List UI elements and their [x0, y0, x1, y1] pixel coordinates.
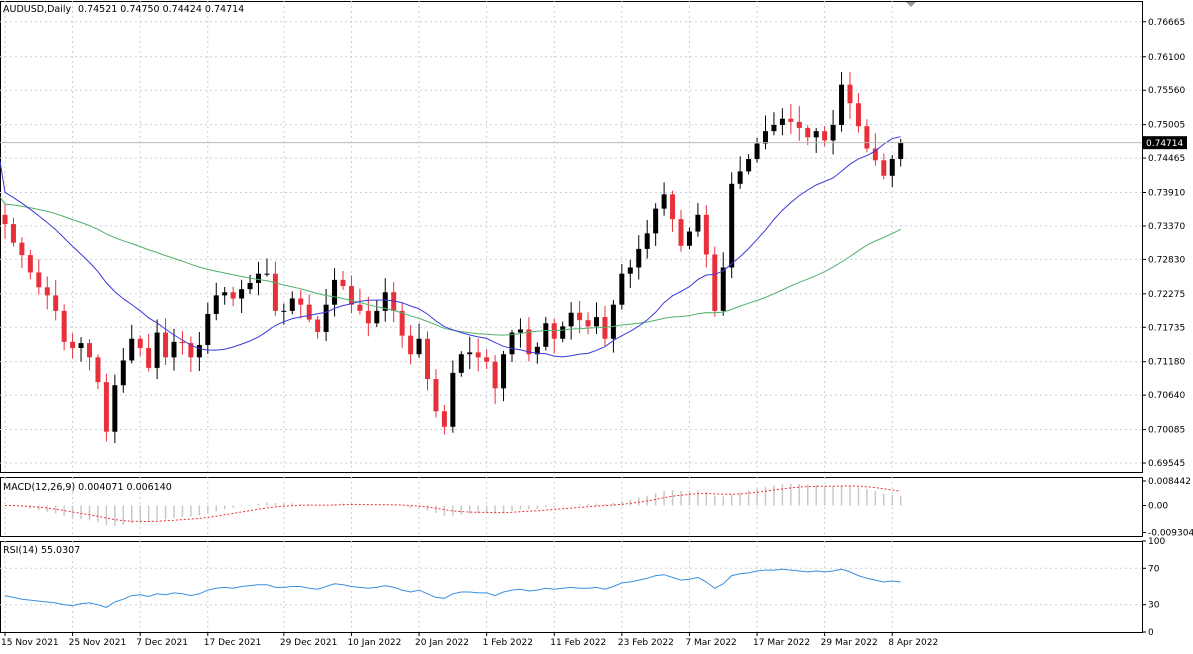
time-tick-label: 10 Jan 2022	[347, 638, 401, 648]
price-tick-label: 0.70085	[1148, 426, 1185, 436]
price-tick-label: 0.76100	[1148, 53, 1185, 63]
price-tick-label: 0.70640	[1148, 391, 1185, 401]
price-tick-label: 0.72275	[1148, 290, 1185, 300]
time-tick-label: 7 Dec 2021	[136, 638, 188, 648]
time-tick-label: 29 Dec 2021	[280, 638, 338, 648]
symbol-title: AUDUSD,Daily	[3, 4, 72, 15]
macd-label: MACD(12,26,9) 0.004071 0.006140	[3, 482, 172, 493]
macd-tick-label: 0.00	[1148, 501, 1168, 511]
time-tick-label: 7 Mar 2022	[685, 638, 736, 648]
trading-chart[interactable]: 0.76665 0.76100 0.75560 0.75005 0.74465 0.739…	[0, 0, 1193, 654]
time-tick-label: 1 Feb 2022	[483, 638, 533, 648]
candle	[712, 246, 718, 317]
price-tick-label: 0.73370	[1148, 222, 1185, 232]
price-tick-label: 0.72830	[1148, 255, 1185, 265]
rsi-tick-label: 30	[1148, 601, 1160, 611]
price-tick-label: 0.76665	[1148, 18, 1185, 28]
macd-tick-label: 0.008442	[1148, 477, 1191, 487]
candle	[103, 373, 109, 442]
time-tick-label: 23 Feb 2022	[618, 638, 674, 648]
price-tick-label: 0.73910	[1148, 188, 1185, 198]
time-tick-label: 15 Nov 2021	[1, 638, 59, 648]
time-tick-label: 25 Nov 2021	[69, 638, 127, 648]
time-tick-label: 11 Feb 2022	[550, 638, 606, 648]
ohlc-values: 0.74521 0.74750 0.74424 0.74714	[78, 4, 244, 15]
time-tick-label: 17 Mar 2022	[753, 638, 810, 648]
price-tick-label: 0.71735	[1148, 323, 1185, 333]
last-price-marker: 0.74714	[1143, 136, 1187, 150]
time-tick-label: 17 Dec 2021	[204, 638, 261, 648]
time-tick-label: 20 Jan 2022	[415, 638, 469, 648]
price-tick-label: 0.71180	[1148, 358, 1185, 368]
price-tick-label: 0.74465	[1148, 154, 1185, 164]
rsi-tick-label: 0	[1148, 628, 1154, 638]
rsi-tick-label: 70	[1148, 564, 1160, 574]
time-tick-label: 29 Mar 2022	[821, 638, 878, 648]
rsi-label: RSI(14) 55.0307	[3, 545, 80, 556]
last-price-label: 0.74714	[1146, 139, 1183, 149]
price-tick-label: 0.75005	[1148, 121, 1185, 131]
time-tick-label: 8 Apr 2022	[888, 638, 938, 648]
price-tick-label: 0.75560	[1148, 86, 1185, 96]
price-tick-label: 0.69545	[1148, 459, 1185, 469]
rsi-tick-label: 100	[1148, 537, 1165, 547]
